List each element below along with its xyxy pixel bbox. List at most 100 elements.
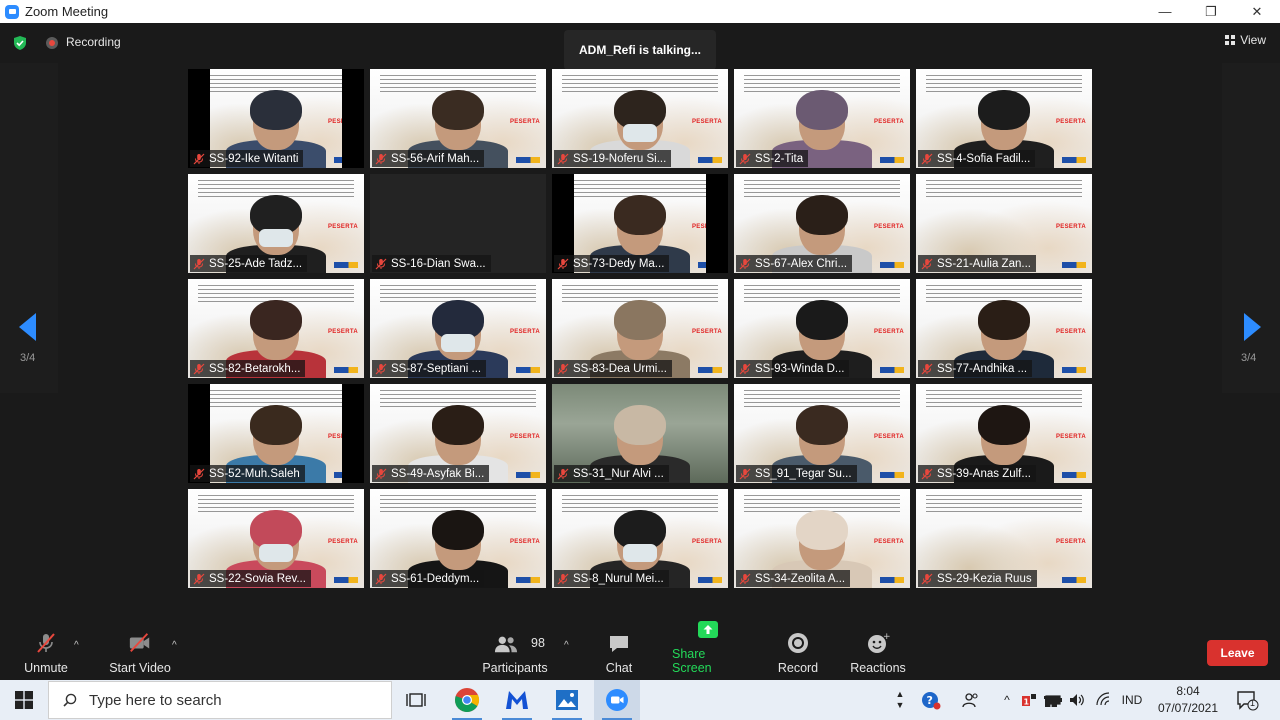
minimize-button[interactable]: — <box>1142 0 1188 23</box>
page-indicator-left: 3/4 <box>20 352 36 364</box>
tray-scroll[interactable]: ▲ ▼ <box>890 680 910 720</box>
participant-name-label: SS-8_Nurul Mei... <box>554 570 669 587</box>
task-view-button[interactable] <box>393 680 439 720</box>
volume-button[interactable] <box>1066 680 1088 720</box>
tray-up-icon: ▲ <box>895 689 905 699</box>
letterbox-bar <box>342 384 364 483</box>
pupr-logo <box>880 262 904 268</box>
page-indicator-right: 3/4 <box>1241 352 1257 364</box>
participant-tile[interactable]: SS-31_Nur Alvi ... <box>552 384 728 483</box>
notification-badge-icon: 1 <box>1022 694 1036 707</box>
participant-tile[interactable]: PESERTASS-92-Ike Witanti <box>188 69 364 168</box>
participant-tile[interactable]: PESERTASS-52-Muh.Saleh <box>188 384 364 483</box>
audio-options-caret[interactable]: ^ <box>74 640 79 651</box>
participant-name-label: SS-22-Sovia Rev... <box>190 570 311 587</box>
svg-text:+: + <box>883 632 890 642</box>
language-button[interactable]: IND <box>1117 680 1147 720</box>
participant-tile[interactable]: PESERTA SS-83-Dea Urmi... <box>552 279 728 378</box>
participant-name-label: SS-21-Aulia Zan... <box>918 255 1036 272</box>
muted-mic-icon <box>375 468 387 479</box>
participant-name-label: SS-34-Zeolita A... <box>736 570 851 587</box>
participant-name: SS-83-Dea Urmi... <box>573 362 667 375</box>
participant-tile[interactable]: PESERTA SS-21-Aulia Zan... <box>916 174 1092 273</box>
participant-tile[interactable]: PESERTA SS-87-Septiani ... <box>370 279 546 378</box>
participant-name: SS-77-Andhika ... <box>937 362 1028 375</box>
video-options-caret[interactable]: ^ <box>172 640 177 651</box>
view-label: View <box>1240 33 1266 47</box>
clock[interactable]: 8:04 07/07/2021 <box>1152 683 1224 717</box>
reactions-button[interactable]: + Reactions <box>848 632 908 680</box>
start-button[interactable] <box>0 680 48 720</box>
taskbar-zoom[interactable] <box>594 680 640 720</box>
prev-page-arrow-icon[interactable] <box>19 313 36 341</box>
peserta-tag: PESERTA <box>1056 539 1086 545</box>
participant-tile[interactable]: PESERTA SS-67-Alex Chri... <box>734 174 910 273</box>
participant-tile[interactable]: PESERTA SS-82-Betarokh... <box>188 279 364 378</box>
show-hidden-icons-button[interactable]: ^ <box>996 680 1018 720</box>
chat-button[interactable]: Chat <box>600 632 638 680</box>
participant-name: SS-31_Nur Alvi ... <box>573 467 664 480</box>
help-tray-button[interactable]: ? <box>918 680 944 720</box>
participant-tile[interactable]: PESERTA SS_91_Tegar Su... <box>734 384 910 483</box>
leave-button[interactable]: Leave <box>1207 640 1268 666</box>
unmute-label: Unmute <box>24 661 68 675</box>
muted-mic-icon <box>557 573 569 584</box>
participant-tile[interactable]: PESERTASS-73-Dedy Ma... <box>552 174 728 273</box>
start-video-button[interactable]: Start Video <box>104 632 176 680</box>
unmute-button[interactable]: Unmute <box>22 632 70 680</box>
taskbar-search[interactable] <box>48 681 392 719</box>
participant-name: SS-67-Alex Chri... <box>755 257 848 270</box>
participant-name: SS_91_Tegar Su... <box>755 467 852 480</box>
participant-tile[interactable]: PESERTA SS-2-Tita <box>734 69 910 168</box>
share-screen-button[interactable]: Share Screen <box>672 621 744 680</box>
close-button[interactable]: ✕ <box>1234 0 1280 23</box>
next-page-arrow-icon[interactable] <box>1244 313 1261 341</box>
pupr-logo <box>880 157 904 163</box>
participant-name-label: SS_91_Tegar Su... <box>736 465 857 482</box>
pupr-logo <box>516 367 540 373</box>
participant-tile[interactable]: PESERTA SS-8_Nurul Mei... <box>552 489 728 588</box>
muted-mic-icon <box>557 153 569 164</box>
peserta-tag: PESERTA <box>1056 329 1086 335</box>
muted-mic-icon <box>921 153 933 164</box>
reactions-label: Reactions <box>850 661 906 675</box>
taskbar-chrome[interactable] <box>444 680 490 720</box>
restore-button[interactable]: ❐ <box>1188 0 1234 23</box>
participant-tile[interactable]: PESERTA SS-22-Sovia Rev... <box>188 489 364 588</box>
taskbar-photos[interactable] <box>544 680 590 720</box>
participant-tile[interactable]: PESERTA SS-19-Noferu Si... <box>552 69 728 168</box>
search-input[interactable] <box>89 691 369 709</box>
network-button[interactable] <box>1093 680 1115 720</box>
participant-tile[interactable]: PESERTA SS-93-Winda D... <box>734 279 910 378</box>
participant-name: SS-16-Dian Swa... <box>391 257 486 270</box>
video-off-icon <box>128 631 152 655</box>
participant-tile[interactable]: PESERTA SS-56-Arif Mah... <box>370 69 546 168</box>
muted-mic-icon <box>557 363 569 374</box>
participant-name-label: SS-25-Ade Tadz... <box>190 255 308 272</box>
record-button[interactable]: Record <box>776 632 820 680</box>
action-center-button[interactable]: 1 <box>1232 680 1262 720</box>
view-button[interactable]: View <box>1225 33 1266 47</box>
participant-tile[interactable]: PESERTA SS-25-Ade Tadz... <box>188 174 364 273</box>
participant-tile[interactable]: SS-16-Dian Swa... <box>370 174 546 273</box>
participant-tile[interactable]: PESERTA SS-4-Sofia Fadil... <box>916 69 1092 168</box>
participant-name: SS-8_Nurul Mei... <box>573 572 664 585</box>
participant-name-label: SS-77-Andhika ... <box>918 360 1033 377</box>
tray-app-red[interactable]: 1 <box>1018 680 1040 720</box>
battery-button[interactable] <box>1044 680 1064 720</box>
chrome-icon <box>455 688 480 713</box>
peserta-tag: PESERTA <box>1056 119 1086 125</box>
taskbar-malwarebytes[interactable] <box>494 680 540 720</box>
encryption-shield-icon[interactable] <box>12 35 28 51</box>
pupr-logo <box>698 157 722 163</box>
participant-tile[interactable]: PESERTA SS-61-Deddym... <box>370 489 546 588</box>
participant-tile[interactable]: PESERTA SS-49-Asyfak Bi... <box>370 384 546 483</box>
participant-tile[interactable]: PESERTA SS-77-Andhika ... <box>916 279 1092 378</box>
participants-options-caret[interactable]: ^ <box>564 640 569 651</box>
people-button[interactable] <box>958 680 984 720</box>
participant-tile[interactable]: PESERTA SS-34-Zeolita A... <box>734 489 910 588</box>
participant-tile[interactable]: PESERTA SS-39-Anas Zulf... <box>916 384 1092 483</box>
pupr-logo <box>1062 577 1086 583</box>
participant-tile[interactable]: PESERTA SS-29-Kezia Ruus <box>916 489 1092 588</box>
peserta-tag: PESERTA <box>874 539 904 545</box>
